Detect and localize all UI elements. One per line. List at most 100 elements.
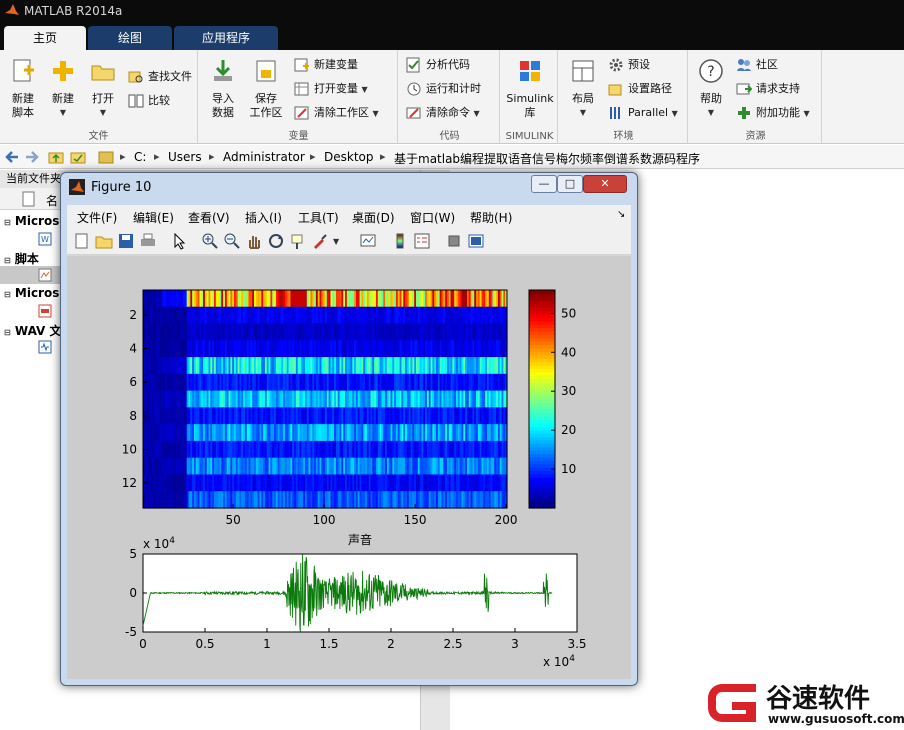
section-microsoft-2[interactable]: ⊟ Micros (4, 286, 59, 300)
legend-icon[interactable] (413, 232, 431, 250)
data-cursor-icon[interactable] (289, 232, 307, 250)
maximize-button[interactable]: □ (557, 175, 583, 193)
close-button[interactable]: ✕ (583, 175, 627, 193)
brush-icon[interactable] (311, 232, 329, 250)
new-variable-button[interactable]: 新建变量 (294, 56, 358, 74)
colorbar-tick-label: 50 (561, 306, 576, 320)
file-column-icon (22, 191, 35, 207)
colorbar-segment (529, 361, 555, 366)
clear-workspace-icon (294, 106, 309, 120)
show-plot-tools-icon[interactable] (467, 232, 485, 250)
breadcrumb-administrator[interactable]: Administrator (223, 150, 305, 164)
heatmap-y-tick-label: 8 (129, 409, 137, 423)
open-variable-button[interactable]: 打开变量 ▼ (294, 80, 368, 98)
group-resources: ? 帮助 ▼ 社区 请求支持 附加功能 ▼ 资源 (690, 50, 822, 144)
hide-plot-tools-icon[interactable] (445, 232, 463, 250)
colorbar-segment (529, 290, 555, 295)
zoom-in-icon[interactable] (201, 232, 219, 250)
menu-view[interactable]: 查看(V) (188, 209, 230, 226)
save-workspace-button[interactable]: 保存 工作区 (246, 58, 286, 120)
request-support-button[interactable]: 请求支持 (736, 80, 800, 98)
preferences-button[interactable]: 预设 (608, 56, 650, 74)
colorbar-segment (529, 436, 555, 441)
menu-help[interactable]: 帮助(H) (470, 209, 512, 226)
up-folder-icon[interactable] (48, 149, 64, 165)
clear-commands-button[interactable]: 清除命令 ▼ (406, 104, 480, 122)
section-scripts[interactable]: ⊟ 脚本 (4, 250, 39, 267)
breadcrumb-desktop[interactable]: Desktop (324, 150, 374, 164)
colorbar-segment (529, 300, 555, 305)
menu-file[interactable]: 文件(F) (77, 209, 117, 226)
tab-apps[interactable]: 应用程序 (174, 26, 278, 50)
forward-arrow-icon[interactable] (24, 149, 40, 165)
layout-button[interactable]: 布局 ▼ (564, 58, 602, 120)
figure-window[interactable]: Figure 10 — □ ✕ 文件(F) 编辑(E) 查看(V) 插入(I) … (60, 172, 638, 686)
colorbar-segment (529, 341, 555, 346)
colorbar-segment (529, 477, 555, 482)
breadcrumb-project-folder[interactable]: 基于matlab编程提取语音信号梅尔频率倒谱系数源码程序 (394, 150, 700, 167)
new-figure-icon[interactable] (73, 232, 91, 250)
clear-workspace-button[interactable]: 清除工作区 ▼ (294, 104, 379, 122)
parallel-button[interactable]: Parallel ▼ (608, 104, 678, 122)
menu-edit[interactable]: 编辑(E) (133, 209, 174, 226)
script-file-icon[interactable] (38, 268, 52, 282)
colorbar-segment (529, 293, 555, 298)
community-label: 社区 (756, 58, 778, 71)
figure-plots-svg[interactable]: 50 100 150 200246810121020304050声音0 0.5 1 1.5 2… (67, 256, 631, 679)
pdf-file-icon[interactable] (38, 304, 52, 318)
help-button[interactable]: ? 帮助 ▼ (696, 58, 726, 120)
find-files-button[interactable]: 查找文件 (128, 68, 192, 86)
back-arrow-icon[interactable] (4, 149, 20, 165)
waveform-x-exponent: x 104 (543, 654, 575, 669)
colorbar-segment (529, 470, 555, 475)
community-button[interactable]: 社区 (736, 56, 778, 74)
zoom-out-icon[interactable] (223, 232, 241, 250)
menu-insert[interactable]: 插入(I) (245, 209, 282, 226)
tab-home[interactable]: 主页 (4, 26, 86, 50)
colorbar-segment (529, 453, 555, 458)
address-bar: ▸ C: ▸ Users ▸ Administrator ▸ Desktop ▸… (0, 145, 904, 169)
pan-hand-icon[interactable] (245, 232, 263, 250)
group-variable-label: 变量 (288, 131, 309, 142)
new-script-button[interactable]: 新建 脚本 (6, 58, 40, 120)
find-files-label: 查找文件 (148, 70, 192, 83)
addons-button[interactable]: 附加功能 ▼ (736, 104, 810, 122)
minimize-button[interactable]: — (531, 175, 557, 193)
print-icon[interactable] (139, 232, 157, 250)
link-plot-icon[interactable] (359, 232, 377, 250)
section-microsoft-1[interactable]: ⊟ Micros (4, 214, 59, 228)
tab-plots[interactable]: 绘图 (88, 26, 172, 50)
column-name[interactable]: 名 (46, 192, 58, 209)
colorbar-icon[interactable] (391, 232, 409, 250)
simulink-library-button[interactable]: Simulink 库 (506, 58, 554, 120)
pointer-icon[interactable] (171, 232, 189, 250)
dock-arrow-icon[interactable]: ↘ (617, 209, 625, 220)
word-file-icon[interactable]: W (38, 232, 52, 246)
section-wav[interactable]: ⊟ WAV 文 (4, 322, 62, 339)
menu-window[interactable]: 窗口(W) (410, 209, 455, 226)
brush-caret-icon[interactable]: ▼ (333, 237, 339, 246)
set-path-button[interactable]: 设置路径 (608, 80, 672, 98)
menu-desktop[interactable]: 桌面(D) (352, 209, 395, 226)
menu-tools[interactable]: 工具(T) (298, 209, 339, 226)
browse-folder-icon[interactable] (70, 149, 86, 165)
run-and-time-button[interactable]: 运行和计时 (406, 80, 481, 98)
save-icon[interactable] (117, 232, 135, 250)
folder-icon (98, 151, 114, 164)
colorbar-segment (529, 344, 555, 349)
new-button[interactable]: 新建 ▼ (46, 58, 80, 120)
heatmap-y-tick-label: 12 (122, 476, 137, 490)
breadcrumb-users[interactable]: Users (168, 150, 202, 164)
import-data-button[interactable]: 导入 数据 (206, 58, 240, 120)
breadcrumb-drive[interactable]: C: (134, 150, 146, 164)
analyze-code-button[interactable]: 分析代码 (406, 56, 470, 74)
heatmap-x-tick-label: 150 (404, 513, 427, 527)
waveform-x-tick-label: 3 (511, 637, 519, 651)
open-button[interactable]: 打开 ▼ (86, 58, 120, 120)
rotate-3d-icon[interactable] (267, 232, 285, 250)
wav-file-icon[interactable] (38, 340, 52, 354)
colorbar-tick-label: 40 (561, 345, 576, 359)
open-file-icon[interactable] (95, 232, 113, 250)
compare-button[interactable]: 比较 (128, 92, 170, 110)
colorbar-segment (529, 368, 555, 373)
